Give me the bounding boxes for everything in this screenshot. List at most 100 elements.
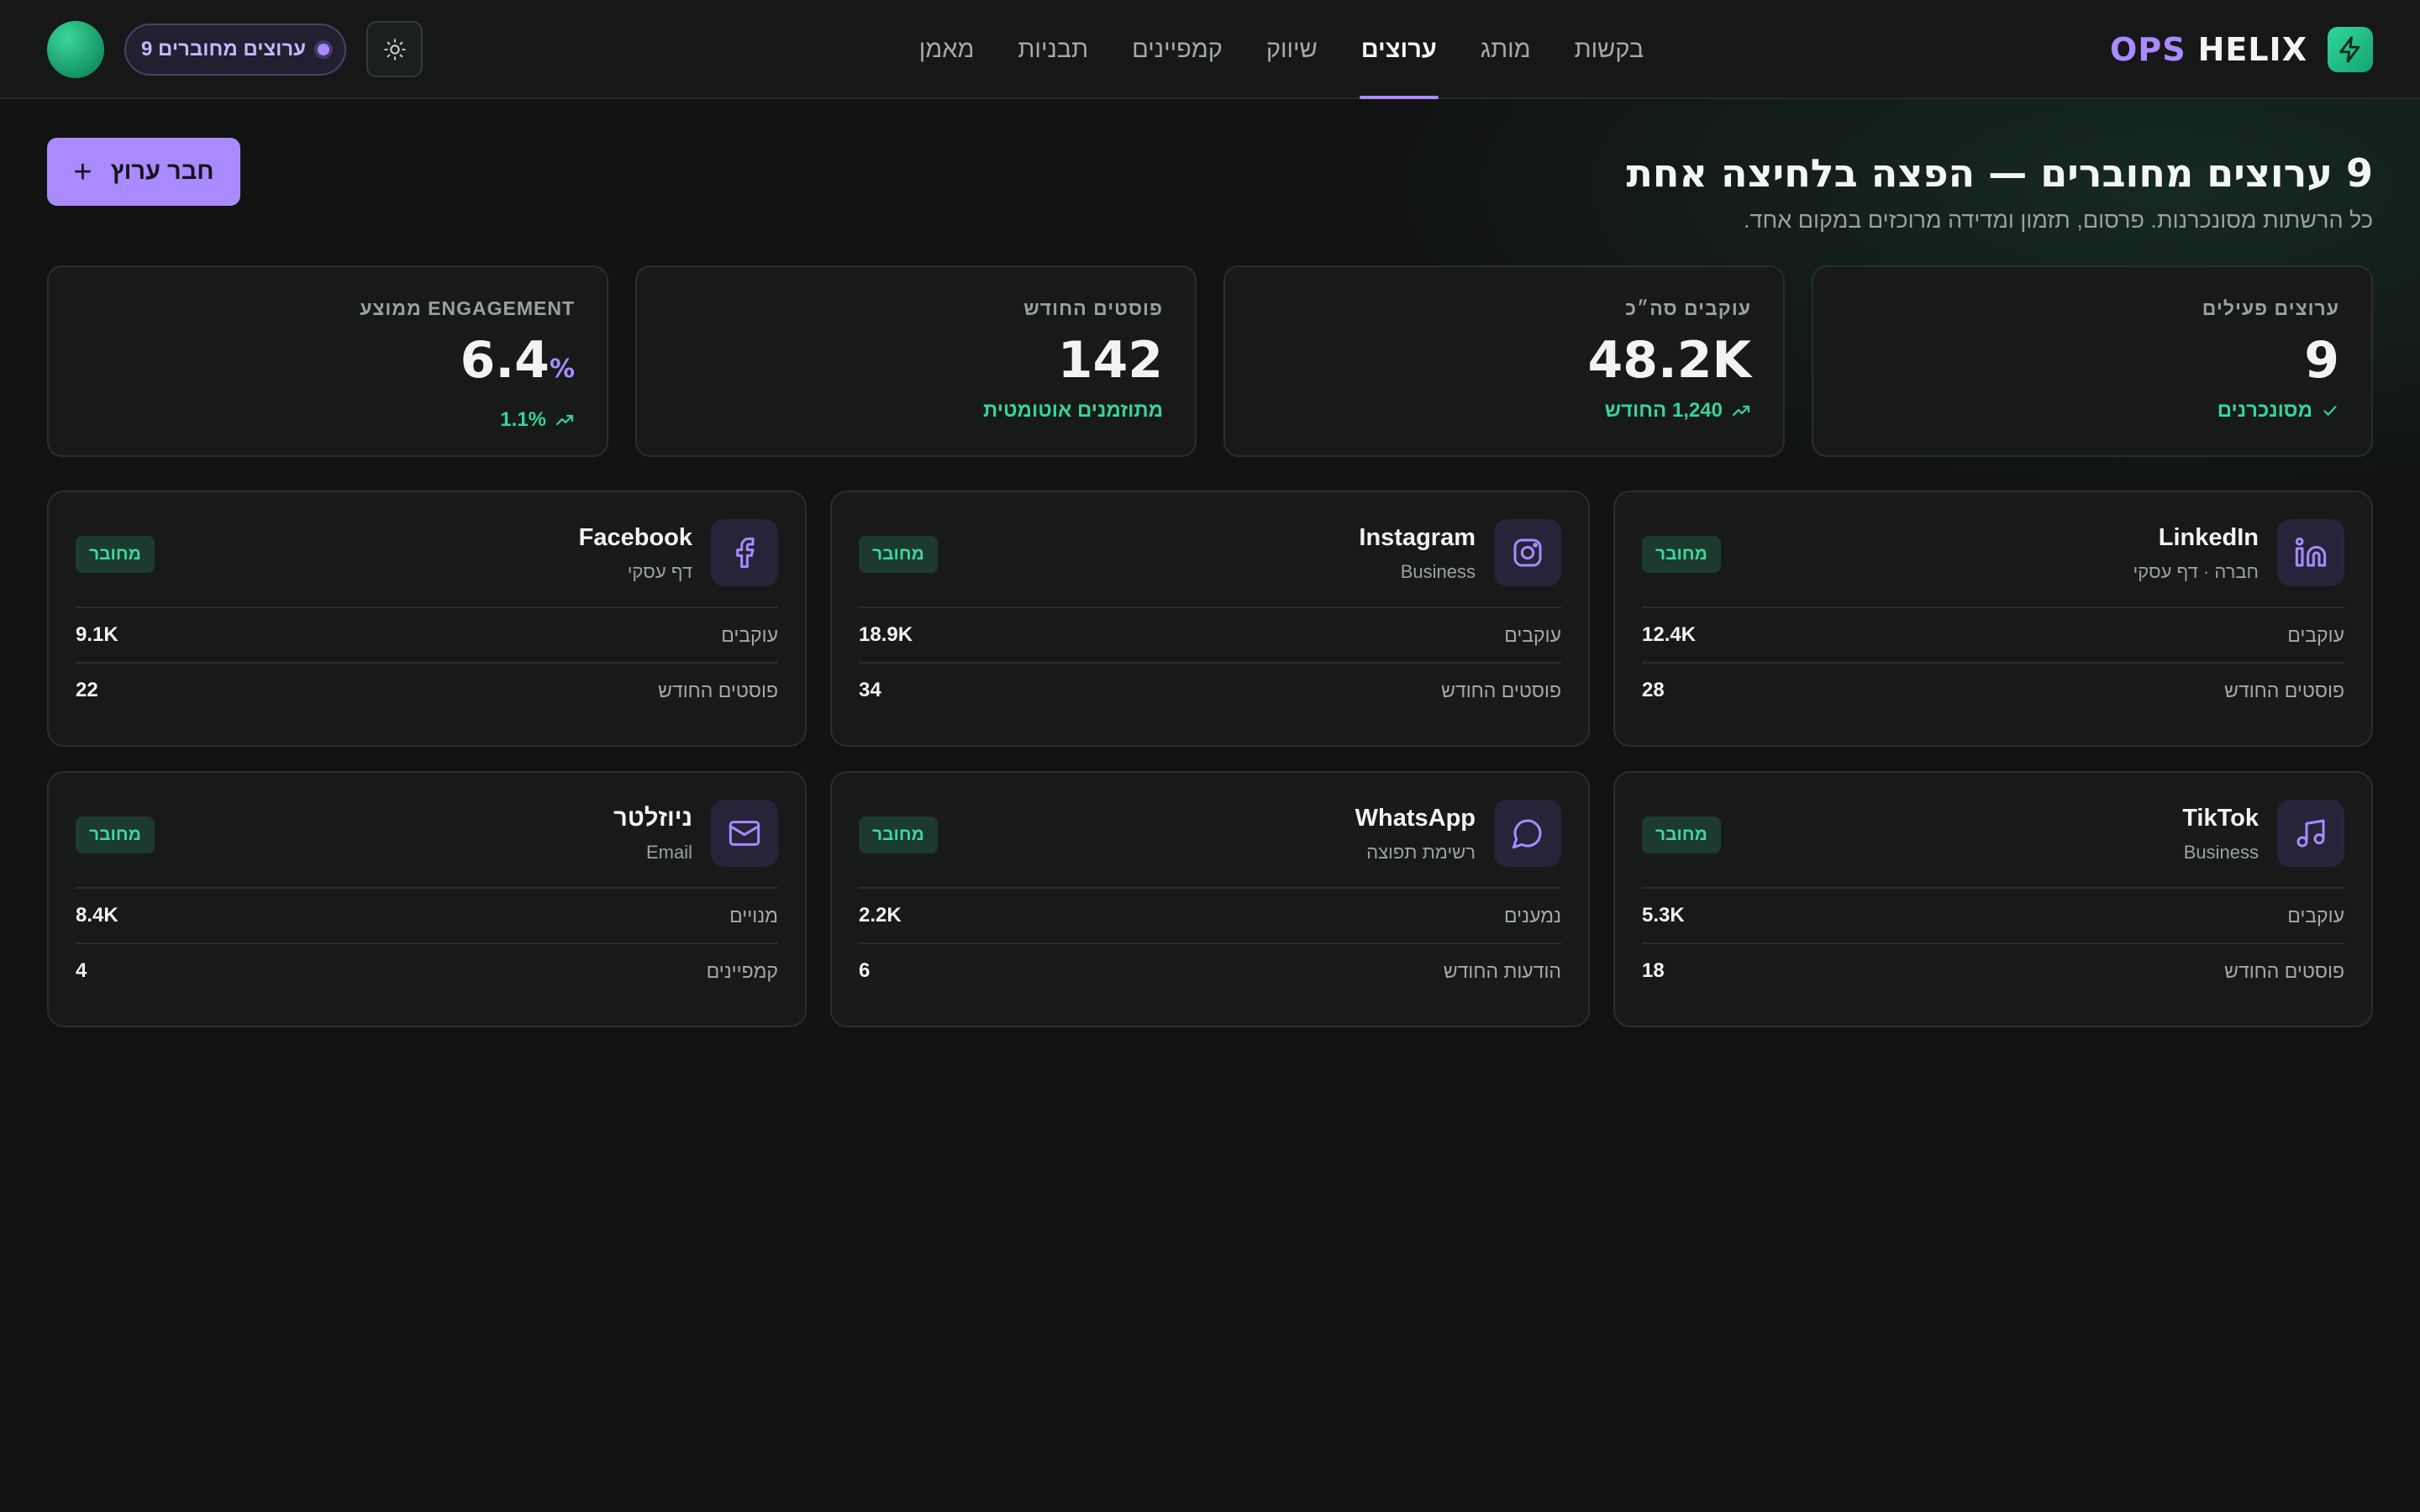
connected-status-pill[interactable]: 9 ערוצים מחוברים bbox=[124, 24, 346, 76]
status-badge: מחובר bbox=[1642, 816, 1721, 853]
stat-row-value: 28 bbox=[1642, 679, 1665, 701]
channel-name: WhatsApp bbox=[1355, 805, 1476, 832]
trend-up-icon bbox=[1732, 405, 1750, 417]
brand-helix: HELIX bbox=[2197, 31, 2307, 68]
stat-note: מסונכרנים bbox=[1845, 399, 2339, 423]
avatar[interactable] bbox=[47, 21, 104, 78]
stat-row-value: 6 bbox=[859, 959, 871, 982]
stat-row: 34 פוסטים החודש bbox=[859, 662, 1561, 717]
channel-card-facebook[interactable]: Facebook דף עסקי מחובר 9.1K עוקבים 22 פוסט… bbox=[47, 491, 807, 747]
stat-label: פוסטים החודש bbox=[1023, 297, 1163, 319]
stat-note: 1.1% bbox=[81, 408, 575, 432]
stat-row-value: 18.9K bbox=[859, 623, 913, 646]
status-badge: מחובר bbox=[1642, 536, 1721, 573]
nav-item-templates[interactable]: תבניות bbox=[1016, 0, 1090, 99]
brand-ops: OPS bbox=[2110, 31, 2186, 68]
nav-item-marketing[interactable]: שיווק bbox=[1265, 0, 1319, 99]
stat-row-label: עוקבים bbox=[1504, 623, 1561, 646]
channel-name: Instagram bbox=[1359, 524, 1476, 551]
channel-card-whatsapp[interactable]: WhatsApp רשימת תפוצה מחובר 2.2K נמענים 6 ה… bbox=[830, 771, 1590, 1027]
stat-row-label: פוסטים החודש bbox=[658, 679, 778, 701]
channel-card-linkedin[interactable]: LinkedIn חברה · דף עסקי מחובר 12.4K עוקבי… bbox=[1613, 491, 2373, 747]
brand[interactable]: OPS HELIX bbox=[2110, 27, 2373, 72]
stat-row-value: 22 bbox=[76, 679, 98, 701]
linkedin-icon bbox=[2277, 519, 2344, 586]
check-icon bbox=[2323, 406, 2337, 416]
stat-row: 18.9K עוקבים bbox=[859, 606, 1561, 662]
chat-bubble-icon bbox=[1494, 800, 1561, 867]
facebook-icon bbox=[711, 519, 778, 586]
channel-subtitle: רשימת תפוצה bbox=[1366, 842, 1476, 863]
stat-row: 2.2K נמענים bbox=[859, 887, 1561, 942]
channel-name: TikTok bbox=[2182, 805, 2259, 832]
status-badge: מחובר bbox=[859, 816, 938, 853]
stat-note-text: 1.1% bbox=[500, 408, 546, 431]
lightning-icon bbox=[2328, 27, 2373, 72]
nav-item-brand[interactable]: מותג bbox=[1479, 0, 1533, 99]
stat-row-label: עוקבים bbox=[2287, 623, 2344, 646]
stat-card-total-followers: עוקבים סה״כ 48.2K 1,240 החודש bbox=[1223, 265, 1785, 457]
nav-item-requests[interactable]: בקשות bbox=[1573, 0, 1646, 99]
channel-card-instagram[interactable]: Instagram Business מחובר 18.9K עוקבים 34 פ… bbox=[830, 491, 1590, 747]
brand-name: OPS HELIX bbox=[2110, 31, 2307, 68]
stat-value: 9 bbox=[1845, 333, 2339, 387]
stat-row: 4 קמפיינים bbox=[76, 942, 778, 998]
stat-row: 28 פוסטים החודש bbox=[1642, 662, 2344, 717]
stat-card-posts-month: פוסטים החודש 142 מתוזמנים אוטומטית bbox=[635, 265, 1197, 457]
stat-row-label: עוקבים bbox=[2287, 904, 2344, 927]
stat-row-value: 34 bbox=[859, 679, 881, 701]
stat-row-label: פוסטים החודש bbox=[2224, 959, 2344, 982]
stat-row: 6 הודעות החודש bbox=[859, 942, 1561, 998]
channel-subtitle: Email bbox=[645, 842, 692, 863]
stat-row-label: עוקבים bbox=[721, 623, 778, 646]
stat-row: 18 פוסטים החודש bbox=[1642, 942, 2344, 998]
status-pill-label: 9 ערוצים מחוברים bbox=[141, 38, 306, 60]
stat-row-label: פוסטים החודש bbox=[1441, 679, 1561, 701]
stat-row-value: 9.1K bbox=[76, 623, 118, 646]
stat-note: מתוזמנים אוטומטית bbox=[669, 399, 1163, 423]
stat-row-value: 12.4K bbox=[1642, 623, 1697, 646]
channel-card-tiktok[interactable]: TikTok Business מחובר 5.3K עוקבים 18 פוסטי… bbox=[1613, 771, 2373, 1027]
stat-unit: % bbox=[549, 354, 575, 384]
stat-row: 12.4K עוקבים bbox=[1642, 606, 2344, 662]
channel-name: ניוזלטר bbox=[613, 805, 692, 832]
stat-card-engagement: ENGAGEMENT ממוצע 6.4% 1.1% bbox=[47, 265, 608, 457]
stat-value: 48.2K bbox=[1257, 333, 1751, 387]
page-header: 9 ערוצים מחוברים — הפצה בלחיצה אחת כל הר… bbox=[776, 148, 2374, 237]
stat-number: 6.4 bbox=[460, 331, 550, 390]
instagram-icon bbox=[1494, 519, 1561, 586]
channel-name: Facebook bbox=[578, 524, 692, 551]
stat-row-label: קמפיינים bbox=[706, 959, 778, 982]
stat-row-value: 2.2K bbox=[859, 904, 902, 927]
channel-subtitle: Business bbox=[1400, 561, 1476, 582]
stat-row: 8.4K מנויים bbox=[76, 887, 778, 942]
nav-item-campaigns[interactable]: קמפיינים bbox=[1130, 0, 1224, 99]
stat-note-text: מתוזמנים אוטומטית bbox=[983, 399, 1163, 422]
connect-channel-button[interactable]: חבר ערוץ + bbox=[47, 138, 240, 206]
channel-subtitle: דף עסקי bbox=[627, 561, 692, 582]
status-badge: מחובר bbox=[859, 536, 938, 573]
stat-label: ENGAGEMENT ממוצע bbox=[360, 297, 575, 319]
stat-label: ערוצים פעילים bbox=[2202, 297, 2339, 319]
stat-row-label: פוסטים החודש bbox=[2224, 679, 2344, 701]
stat-note: 1,240 החודש bbox=[1257, 399, 1751, 423]
channel-card-newsletter[interactable]: ניוזלטר Email מחובר 8.4K מנויים 4 קמפיינים bbox=[47, 771, 807, 1027]
stat-row-value: 8.4K bbox=[76, 904, 118, 927]
channel-subtitle: Business bbox=[2183, 842, 2259, 863]
nav-item-coach[interactable]: מאמן bbox=[918, 0, 976, 99]
stat-value: 6.4% bbox=[81, 333, 575, 396]
status-badge: מחובר bbox=[76, 536, 155, 573]
stat-row-value: 5.3K bbox=[1642, 904, 1685, 927]
theme-toggle-button[interactable] bbox=[366, 21, 423, 77]
stat-card-active-channels: ערוצים פעילים 9 מסונכרנים bbox=[1812, 265, 2373, 457]
stat-number: 9 bbox=[2304, 331, 2339, 390]
channel-subtitle: חברה · דף עסקי bbox=[2133, 561, 2259, 582]
stat-note-text: מסונכרנים bbox=[2217, 399, 2312, 422]
stat-row: 5.3K עוקבים bbox=[1642, 887, 2344, 942]
main-nav: בקשות מותג ערוצים שיווק קמפיינים תבניות … bbox=[919, 0, 1644, 99]
nav-item-channels[interactable]: ערוצים bbox=[1359, 0, 1439, 99]
stat-row-value: 4 bbox=[76, 959, 87, 982]
stat-number: 48.2K bbox=[1587, 331, 1751, 390]
mail-icon bbox=[711, 800, 778, 867]
stat-row-value: 18 bbox=[1642, 959, 1665, 982]
